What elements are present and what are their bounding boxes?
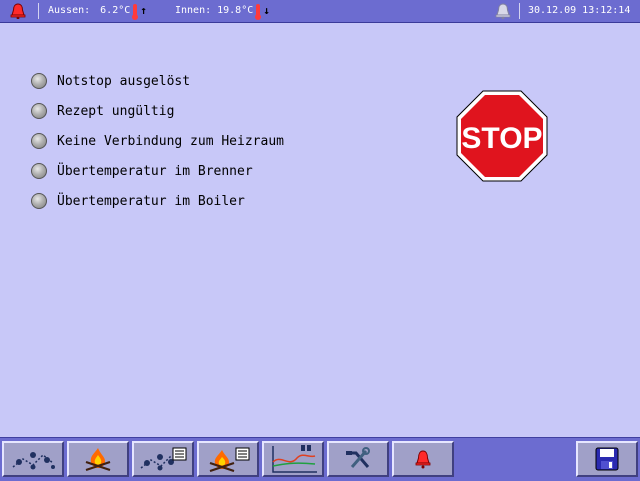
- inside-label: Innen:: [175, 5, 212, 16]
- trend-down-icon: ↓: [263, 4, 270, 17]
- alarm-icon: [413, 449, 433, 469]
- datetime: 30.12.09 13:12:14: [528, 5, 631, 16]
- separator: [519, 3, 520, 19]
- alarm-item: Notstop ausgelöst: [31, 71, 190, 91]
- alarm-item: Keine Verbindung zum Heizraum: [31, 131, 284, 151]
- heating-schedule-button[interactable]: [132, 441, 194, 477]
- heating-circuit-icon: [9, 447, 57, 471]
- burner-schedule-button[interactable]: [197, 441, 259, 477]
- status-bar: Aussen: 6.2°C ↑ Innen: 19.8°C ↓ 30.12.09…: [0, 0, 640, 23]
- alarm-label: Übertemperatur im Boiler: [57, 193, 245, 209]
- bottom-toolbar: [0, 437, 640, 481]
- save-disk-icon: [594, 446, 620, 472]
- status-led-icon: [31, 163, 47, 179]
- alarm-item: Übertemperatur im Brenner: [31, 161, 253, 181]
- alarm-label: Notstop ausgelöst: [57, 73, 191, 89]
- trend-up-icon: ↑: [140, 4, 147, 17]
- status-led-icon: [31, 193, 47, 209]
- stop-sign-icon: STOP: [456, 90, 548, 182]
- alarm-item: Übertemperatur im Boiler: [31, 191, 245, 211]
- stop-text: STOP: [461, 122, 542, 155]
- thermometer-icon: [255, 4, 262, 20]
- bell-icon[interactable]: [494, 0, 512, 22]
- alarm-item: Rezept ungültig: [31, 101, 174, 121]
- alarm-label: Übertemperatur im Brenner: [57, 163, 253, 179]
- alarm-button[interactable]: [392, 441, 454, 477]
- status-led-icon: [31, 103, 47, 119]
- status-led-icon: [31, 133, 47, 149]
- service-tools-icon: [344, 447, 372, 471]
- alarm-label: Rezept ungültig: [57, 103, 175, 119]
- burner-button[interactable]: [67, 441, 129, 477]
- status-led-icon: [31, 73, 47, 89]
- trend-chart-icon: [267, 444, 319, 474]
- save-button[interactable]: [576, 441, 638, 477]
- inside-temp-value: 19.8°C: [217, 5, 254, 16]
- burner-schedule-icon: [205, 446, 251, 472]
- service-tools-button[interactable]: [327, 441, 389, 477]
- heating-circuit-button[interactable]: [2, 441, 64, 477]
- alarm-bell-icon[interactable]: [9, 0, 27, 22]
- trend-chart-button[interactable]: [262, 441, 324, 477]
- outside-temp-value: 6.2°C: [100, 5, 131, 16]
- inside-temperature: Innen: 19.8°C ↓: [175, 0, 270, 22]
- outside-temperature: Aussen: 6.2°C ↑: [48, 0, 147, 22]
- separator: [38, 3, 39, 19]
- thermometer-icon: [132, 4, 139, 20]
- burner-flame-icon: [81, 446, 115, 472]
- heating-schedule-icon: [138, 446, 188, 472]
- outside-label: Aussen:: [48, 5, 91, 16]
- alarm-panel: Notstop ausgelöst Rezept ungültig Keine …: [0, 23, 640, 437]
- alarm-label: Keine Verbindung zum Heizraum: [57, 133, 284, 149]
